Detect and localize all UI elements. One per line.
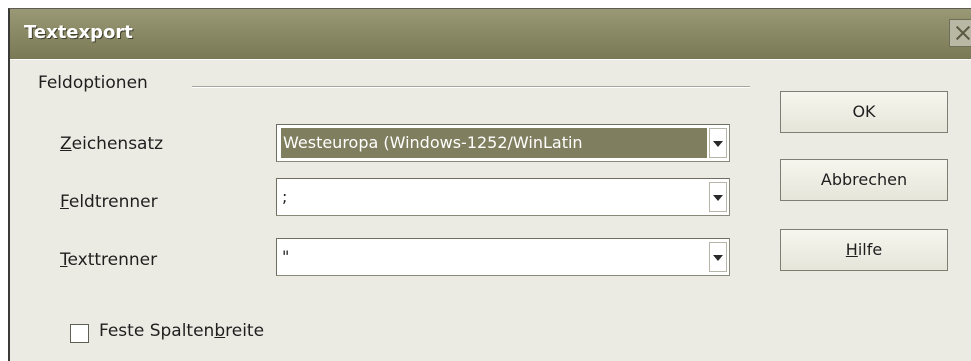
- field-separator-label-rest: eldtrenner: [68, 192, 158, 212]
- field-separator-value: ;: [282, 187, 288, 206]
- close-icon[interactable]: [949, 19, 971, 47]
- fixed-column-width-label-mnemonic: b: [214, 321, 226, 341]
- dialog-content: Feldoptionen Zeichensatz Westeuropa (Win…: [10, 59, 971, 361]
- title-bar[interactable]: Textexport: [10, 9, 971, 60]
- chevron-down-icon: [713, 195, 723, 201]
- text-separator-label-mnemonic: T: [60, 250, 68, 270]
- group-separator: [192, 86, 750, 88]
- dialog-title: Textexport: [24, 22, 133, 43]
- ok-button[interactable]: OK: [780, 91, 948, 133]
- help-button[interactable]: Hilfe: [780, 229, 948, 271]
- text-separator-combobox[interactable]: ": [276, 238, 730, 276]
- chevron-down-icon: [713, 141, 723, 147]
- text-separator-label: Texttrenner: [60, 250, 157, 270]
- field-separator-combobox[interactable]: ;: [276, 178, 730, 216]
- help-button-rest: ilfe: [857, 240, 883, 259]
- field-separator-label: Feldtrenner: [60, 192, 158, 212]
- cancel-button[interactable]: Abbrechen: [780, 159, 948, 201]
- fixed-column-width-checkbox[interactable]: [70, 324, 89, 343]
- fixed-column-width-label-post: reite: [225, 321, 265, 341]
- charset-label: Zeichensatz: [60, 134, 163, 154]
- charset-label-rest: eichensatz: [71, 134, 164, 154]
- dialog-window: Textexport Feldoptionen Zeichensatz West…: [8, 8, 971, 361]
- text-separator-value: ": [282, 247, 290, 266]
- text-separator-label-rest: exttrenner: [67, 250, 158, 270]
- field-separator-dropdown-button[interactable]: [709, 182, 727, 212]
- fixed-column-width-label[interactable]: Feste Spaltenbreite: [99, 321, 264, 341]
- chevron-down-icon: [713, 255, 723, 261]
- help-button-mnemonic: H: [845, 240, 858, 259]
- charset-combobox[interactable]: Westeuropa (Windows-1252/WinLatin: [276, 124, 730, 162]
- charset-value: Westeuropa (Windows-1252/WinLatin: [281, 128, 707, 158]
- charset-label-mnemonic: Z: [60, 134, 72, 154]
- group-label-feldoptionen: Feldoptionen: [38, 73, 148, 93]
- field-separator-label-mnemonic: F: [60, 192, 69, 212]
- text-separator-dropdown-button[interactable]: [709, 242, 727, 272]
- charset-dropdown-button[interactable]: [709, 128, 727, 158]
- fixed-column-width-label-pre: Feste Spalten: [99, 321, 215, 341]
